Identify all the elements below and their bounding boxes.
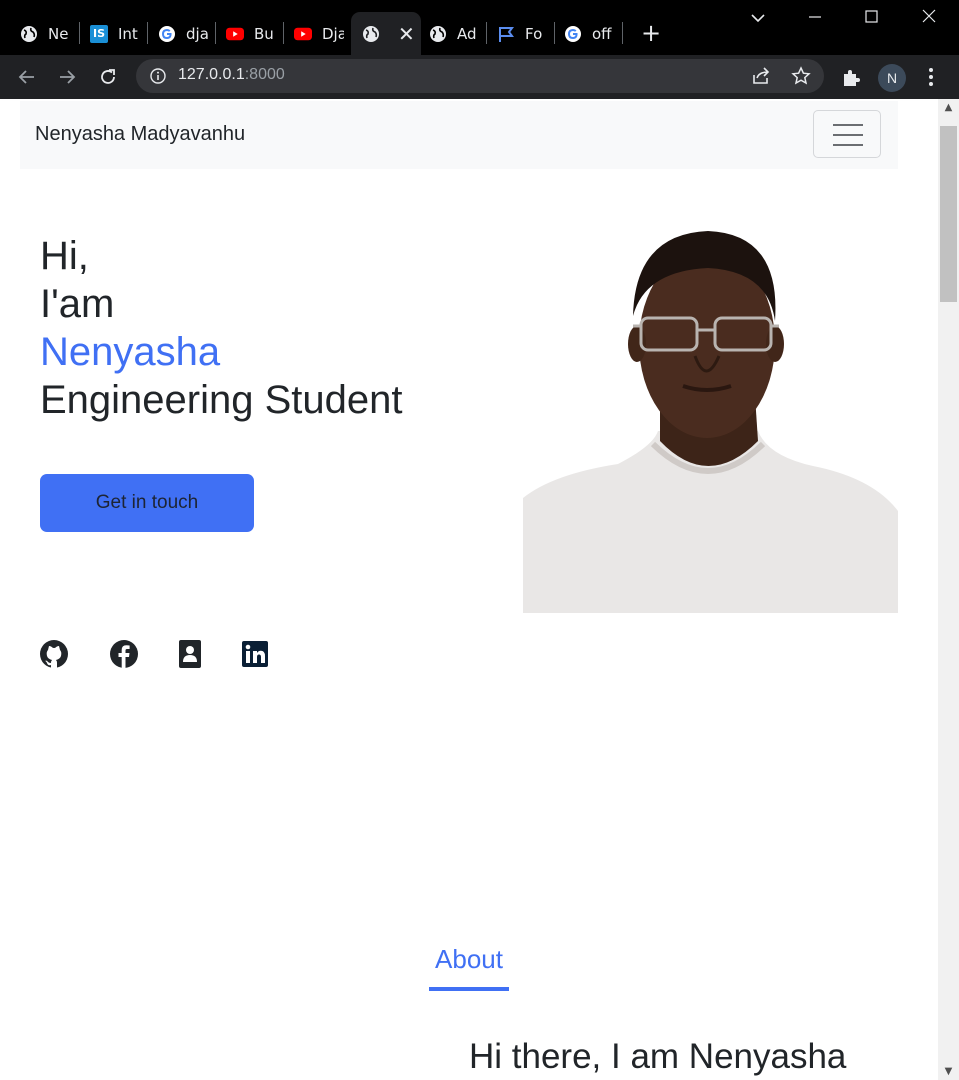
profile-photo [523, 226, 898, 613]
contact-card-icon[interactable] [174, 638, 206, 670]
tab-title: off [592, 24, 612, 43]
page-viewport: Nenyasha Madyavanhu Hi, I'am Nenyasha En… [0, 99, 938, 1080]
hero-greeting: Hi, [40, 234, 89, 278]
google-icon [564, 25, 582, 43]
tab-title: Dja [322, 24, 344, 43]
back-icon[interactable] [13, 63, 41, 91]
reload-icon[interactable] [94, 63, 122, 91]
scroll-up-arrow-icon[interactable]: ▲ [938, 99, 959, 116]
youtube-icon [294, 25, 312, 43]
browser-tab[interactable]: Fo [487, 12, 555, 55]
google-icon [158, 25, 176, 43]
flag-icon [497, 25, 515, 43]
browser-tab[interactable]: Ad [421, 12, 487, 55]
minimize-icon[interactable] [800, 8, 830, 27]
globe-icon [20, 25, 38, 43]
page-scrollbar[interactable]: ▲ ▼ [938, 99, 959, 1080]
tab-search-icon[interactable] [743, 8, 773, 27]
tab-title: dja [186, 24, 208, 43]
hamburger-icon [833, 124, 863, 126]
tab-title: Int [118, 24, 138, 43]
browser-tab[interactable]: Bu [216, 12, 284, 55]
profile-avatar[interactable]: N [878, 64, 906, 92]
navbar-brand[interactable]: Nenyasha Madyavanhu [35, 123, 245, 146]
browser-tab[interactable]: Ne [10, 12, 80, 55]
browser-menu-icon[interactable] [927, 67, 935, 91]
hero-role: Engineering Student [40, 378, 403, 422]
tab-title: Fo [525, 24, 543, 43]
bookmark-star-icon[interactable] [791, 66, 811, 90]
hero-name: Nenyasha [40, 330, 221, 374]
site-navbar: Nenyasha Madyavanhu [20, 101, 898, 169]
browser-tab-strip: Ne IS Int dja Bu Dja ✕ Ad Fo off + [0, 0, 959, 55]
url-text: 127.0.0.1:8000 [178, 66, 285, 83]
new-tab-button[interactable]: + [638, 19, 664, 47]
close-tab-icon[interactable]: ✕ [398, 22, 415, 46]
browser-tab[interactable]: off [555, 12, 623, 55]
address-bar[interactable]: 127.0.0.1:8000 [136, 59, 824, 93]
hero-intro: I'am [40, 282, 115, 326]
is-site-icon: IS [90, 24, 108, 43]
scrollbar-thumb[interactable] [940, 126, 957, 302]
browser-tab[interactable]: Dja [284, 12, 351, 55]
share-icon[interactable] [751, 66, 771, 90]
forward-icon[interactable] [53, 63, 81, 91]
globe-icon [362, 25, 380, 43]
about-heading: Hi there, I am Nenyasha [469, 1037, 847, 1076]
browser-tab[interactable]: dja [148, 12, 216, 55]
about-title-underline [429, 987, 509, 991]
browser-toolbar: 127.0.0.1:8000 N [0, 55, 959, 99]
maximize-icon[interactable] [857, 8, 887, 27]
github-icon[interactable] [38, 638, 70, 670]
info-icon[interactable] [150, 68, 166, 88]
window-close-icon[interactable] [914, 8, 944, 27]
globe-icon [429, 25, 447, 43]
tab-title: Bu [254, 24, 274, 43]
scroll-down-arrow-icon[interactable]: ▼ [938, 1063, 959, 1080]
facebook-icon[interactable] [108, 638, 140, 670]
linkedin-icon[interactable] [239, 638, 271, 670]
browser-tab[interactable]: IS Int [80, 12, 148, 55]
tab-title: Ad [457, 24, 477, 43]
get-in-touch-button[interactable]: Get in touch [40, 474, 254, 532]
extensions-icon[interactable] [840, 66, 862, 92]
about-section-title: About [435, 944, 503, 974]
tab-title: Ne [48, 24, 69, 43]
youtube-icon [226, 25, 244, 43]
navbar-toggler-button[interactable] [813, 110, 881, 158]
browser-tab-active[interactable]: ✕ [351, 12, 421, 55]
